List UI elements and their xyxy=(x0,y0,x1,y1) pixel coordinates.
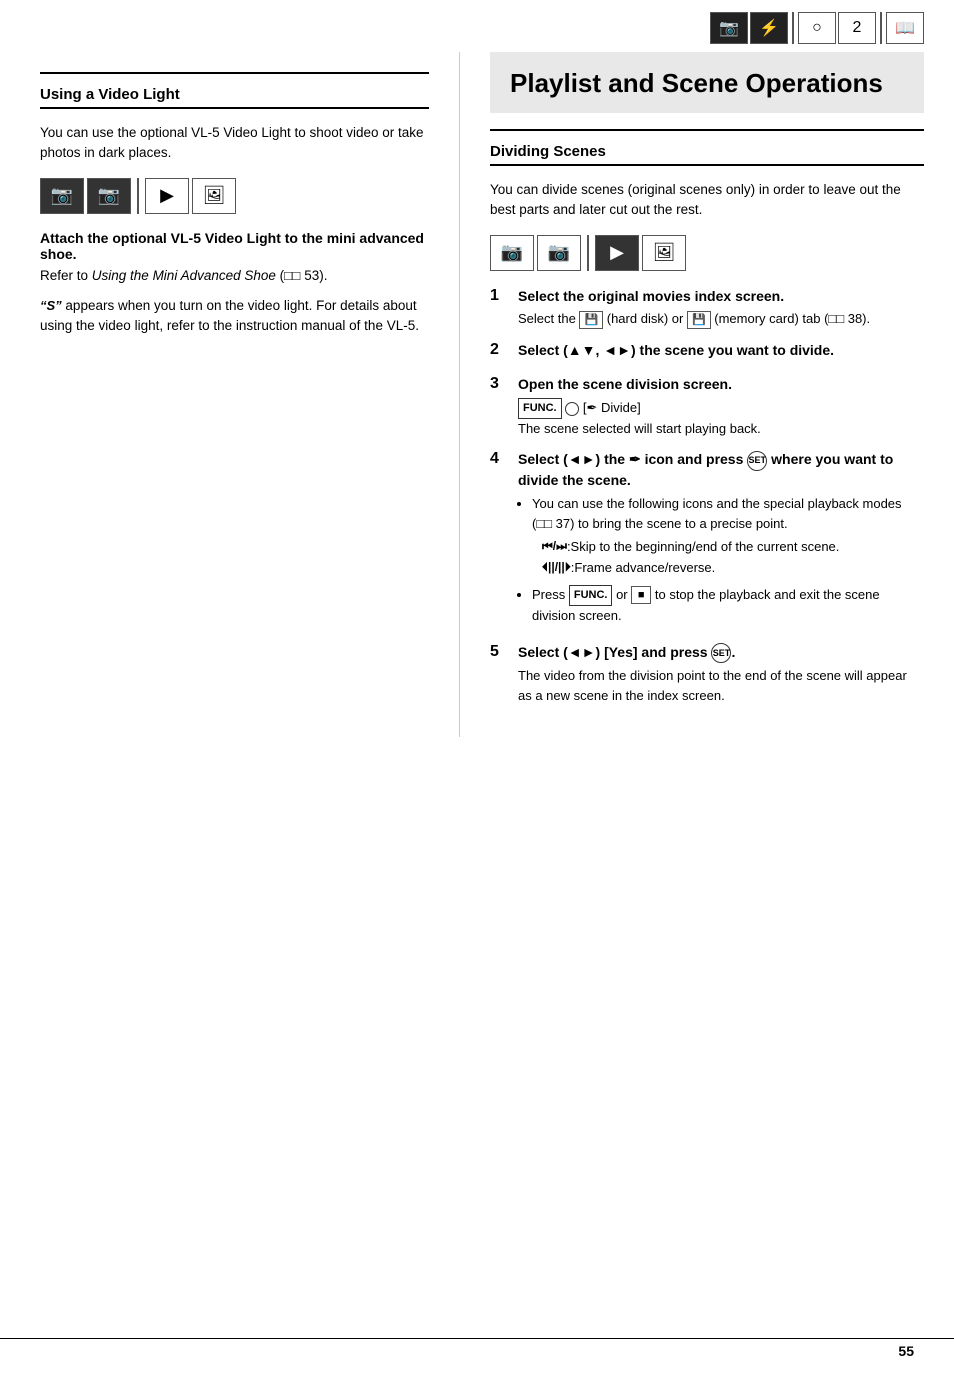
refer-text: Refer to Using the Mini Advanced Shoe (□… xyxy=(40,266,429,286)
left-section-title: Using a Video Light xyxy=(40,86,429,109)
step-3-body: FUNC. [✒ Divide] The scene selected will… xyxy=(518,398,924,438)
left-mode-icons: 📷 📷 ▶ 🖼 xyxy=(40,178,429,214)
refer-prefix: Refer to xyxy=(40,268,92,283)
step-4: 4 Select (◄►) the ✒ icon and press SET w… xyxy=(490,450,924,631)
bullet-2: Press FUNC. or ■ to stop the playback an… xyxy=(532,585,924,625)
mode-icon-group: 📷 ⚡ ○ 2 📖 xyxy=(710,12,924,44)
right-divider xyxy=(490,129,924,131)
step-4-num: 4 xyxy=(490,450,518,468)
stop-button: ■ xyxy=(631,586,651,604)
sub-bullets: ⏮/⏭​​:Skip to the beginning/end of the c… xyxy=(542,537,924,579)
skip-icon-text: :Skip to the beginning/end of the curren… xyxy=(567,537,839,558)
main-content: Using a Video Light You can use the opti… xyxy=(0,52,954,737)
step-5-content: Select (◄►) [Yes] and press SET. The vid… xyxy=(518,643,924,705)
left-icon-photo: 🖼 xyxy=(192,178,236,214)
icon-separator-2 xyxy=(880,12,882,44)
right-mode-icons: 📷 📷 ▶ 🖼 xyxy=(490,235,924,271)
right-icon-photo: 🖼 xyxy=(642,235,686,271)
frame-icon-text: :Frame advance/reverse. xyxy=(571,558,716,579)
bottom-line xyxy=(0,1338,954,1339)
symbol-note-text: appears when you turn on the video light… xyxy=(40,298,419,333)
bullet-1: You can use the following icons and the … xyxy=(532,494,924,579)
dividing-intro: You can divide scenes (original scenes o… xyxy=(490,180,924,221)
func-button-step4: FUNC. xyxy=(569,585,613,606)
right-icon-camera: 📷 xyxy=(537,235,581,271)
left-icon-play: ▶ xyxy=(145,178,189,214)
hdd-icon: 💾 xyxy=(579,311,603,329)
bold-instruction: Attach the optional VL-5 Video Light to … xyxy=(40,230,429,262)
circle-mode-icon[interactable]: ○ xyxy=(798,12,836,44)
right-icon-play: ▶ xyxy=(595,235,639,271)
number-mode-icon[interactable]: 2 xyxy=(838,12,876,44)
step-1-content: Select the original movies index screen.… xyxy=(518,287,924,329)
top-icon-bar: 📷 ⚡ ○ 2 📖 xyxy=(0,0,954,52)
step-4-title: Select (◄►) the ✒ icon and press SET whe… xyxy=(518,450,924,490)
left-intro: You can use the optional VL-5 Video Ligh… xyxy=(40,123,429,164)
sub-bullet-frame: ⏴||/||⏵:Frame advance/reverse. xyxy=(542,558,924,579)
refer-link: Using the Mini Advanced Shoe xyxy=(92,268,276,283)
step-5-title: Select (◄►) [Yes] and press SET. xyxy=(518,643,924,663)
right-icon-video: 📷 xyxy=(490,235,534,271)
step-2-title: Select (▲▼, ◄►) the scene you want to di… xyxy=(518,341,924,361)
frame-icon-label: ⏴||/||⏵ xyxy=(542,558,571,577)
step-1-body: Select the 💾 (hard disk) or 💾 (memory ca… xyxy=(518,309,924,329)
left-icon-camera: 📷 xyxy=(87,178,131,214)
step-1-num: 1 xyxy=(490,287,518,305)
dividing-scenes-title: Dividing Scenes xyxy=(490,143,924,166)
step-1-title: Select the original movies index screen. xyxy=(518,287,924,307)
step-2-content: Select (▲▼, ◄►) the scene you want to di… xyxy=(518,341,924,364)
step-3-content: Open the scene division screen. FUNC. [✒… xyxy=(518,375,924,438)
set-circle-step4: SET xyxy=(747,451,767,471)
step-2-num: 2 xyxy=(490,341,518,359)
step-1: 1 Select the original movies index scree… xyxy=(490,287,924,329)
set-circle-step5: SET xyxy=(711,643,731,663)
right-icon-sep xyxy=(587,235,589,271)
step-4-bullets: You can use the following icons and the … xyxy=(532,494,924,625)
playlist-header-title: Playlist and Scene Operations xyxy=(510,68,904,99)
sub-bullet-skip: ⏮/⏭​​:Skip to the beginning/end of the c… xyxy=(542,537,924,558)
right-column: Playlist and Scene Operations Dividing S… xyxy=(460,52,954,737)
flash-mode-icon[interactable]: ⚡ xyxy=(750,12,788,44)
symbol-note: “S” appears when you turn on the video l… xyxy=(40,296,429,337)
steps-list: 1 Select the original movies index scree… xyxy=(490,287,924,706)
circle-icon-step3 xyxy=(565,402,579,416)
step-5-num: 5 xyxy=(490,643,518,661)
step-3-num: 3 xyxy=(490,375,518,393)
vl-symbol: “S” xyxy=(40,298,62,313)
refer-suffix: (□□ 53). xyxy=(276,268,328,283)
left-icon-video: 📷 xyxy=(40,178,84,214)
step-3: 3 Open the scene division screen. FUNC. … xyxy=(490,375,924,438)
icon-separator xyxy=(792,12,794,44)
func-button: FUNC. xyxy=(518,398,562,419)
left-column: Using a Video Light You can use the opti… xyxy=(0,52,460,737)
playlist-header: Playlist and Scene Operations xyxy=(490,52,924,113)
video-mode-icon[interactable]: 📷 xyxy=(710,12,748,44)
step-5: 5 Select (◄►) [Yes] and press SET. The v… xyxy=(490,643,924,705)
page-number: 55 xyxy=(898,1343,914,1359)
step-3-title: Open the scene division screen. xyxy=(518,375,924,395)
card-icon: 💾 xyxy=(687,311,711,329)
step-5-body: The video from the division point to the… xyxy=(518,666,924,705)
skip-icon-label: ⏮/⏭​ xyxy=(542,537,567,556)
book-mode-icon[interactable]: 📖 xyxy=(886,12,924,44)
step-4-content: Select (◄►) the ✒ icon and press SET whe… xyxy=(518,450,924,631)
step-2: 2 Select (▲▼, ◄►) the scene you want to … xyxy=(490,341,924,364)
left-divider xyxy=(40,72,429,74)
step-4-body: You can use the following icons and the … xyxy=(518,494,924,625)
right-col-inner: Dividing Scenes You can divide scenes (o… xyxy=(490,113,924,705)
left-icon-sep xyxy=(137,178,139,214)
